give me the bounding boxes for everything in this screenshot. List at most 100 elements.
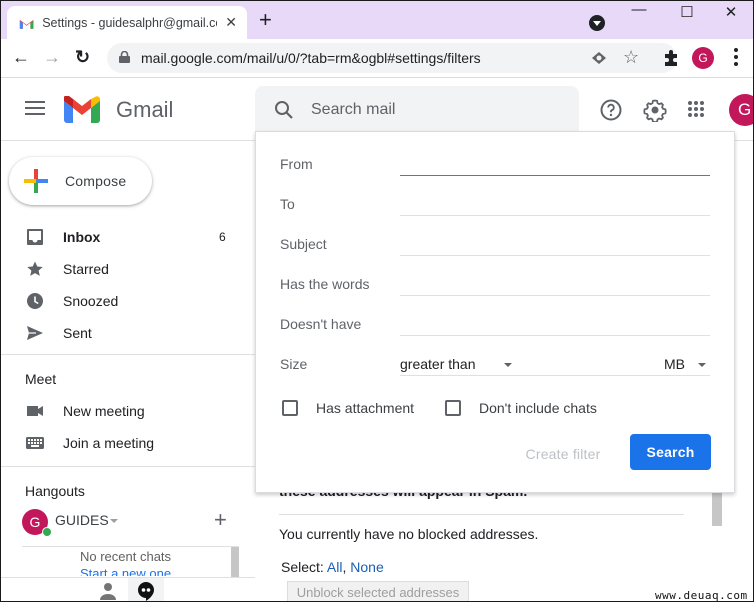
chrome-menu-icon[interactable] [734, 48, 738, 68]
compose-plus-icon [24, 169, 48, 193]
sidebar-divider [1, 466, 255, 467]
chrome-profile-avatar[interactable]: G [692, 47, 714, 69]
clock-icon [27, 293, 43, 309]
doesnt-have-label: Doesn't have [280, 316, 362, 332]
online-status-dot [42, 527, 52, 537]
browser-window: Settings - guidesalphr@gmail.com ✕ + — ☐… [0, 0, 754, 602]
from-row: From [280, 150, 712, 180]
bookmark-star-icon[interactable]: ☆ [623, 47, 639, 68]
unread-count: 6 [219, 230, 226, 244]
status-dropdown-icon[interactable] [110, 519, 118, 523]
google-apps-icon[interactable] [687, 100, 705, 118]
meet-item-label: Join a meeting [63, 435, 155, 451]
size-unit-value: MB [664, 356, 685, 372]
chats-scrollbar[interactable] [231, 547, 239, 577]
size-row: Size greater than MB [280, 350, 712, 380]
contacts-person-icon[interactable] [97, 580, 119, 602]
content-divider [279, 514, 684, 515]
gmail-favicon-icon [19, 19, 34, 29]
address-bar[interactable]: mail.google.com/mail/u/0/?tab=rm&ogbl#se… [107, 43, 677, 73]
new-meeting-item[interactable]: New meeting [1, 395, 255, 427]
has-words-label: Has the words [280, 276, 370, 292]
maximize-button[interactable]: ☐ [667, 3, 707, 21]
sidebar-item-label: Inbox [63, 229, 101, 245]
sidebar-item-sent[interactable]: Sent [1, 317, 255, 349]
tab-search-icon[interactable] [589, 15, 605, 31]
main-menu-icon[interactable] [25, 101, 45, 115]
select-all-link[interactable]: All [327, 559, 343, 575]
select-links: Select: All, None [281, 559, 384, 575]
settings-gear-icon[interactable] [643, 98, 667, 122]
dropdown-arrow-icon [698, 363, 706, 367]
gmail-wordmark[interactable]: Gmail [116, 97, 173, 123]
close-window-button[interactable]: ✕ [711, 3, 751, 21]
google-account-avatar[interactable]: G [729, 94, 753, 126]
hangouts-section-title: Hangouts [25, 483, 85, 499]
tab-close-icon[interactable]: ✕ [225, 14, 237, 31]
meet-items: New meeting Join a meeting [1, 395, 255, 459]
has-attachment-checkbox[interactable]: Has attachment [282, 398, 414, 418]
minimize-button[interactable]: — [619, 1, 659, 18]
new-tab-button[interactable]: + [259, 9, 272, 31]
subject-row: Subject [280, 230, 712, 260]
to-label: To [280, 196, 295, 212]
hangouts-bottom-tabs [1, 577, 255, 602]
hangouts-user[interactable]: G GUIDES + [22, 507, 252, 539]
has-words-input[interactable] [400, 272, 710, 296]
send-icon [27, 326, 43, 340]
extensions-puzzle-icon[interactable] [662, 49, 680, 67]
select-prefix: Select: [281, 559, 327, 575]
reload-button[interactable]: ↻ [75, 47, 90, 67]
create-filter-button[interactable]: Create filter [508, 436, 618, 472]
forward-button[interactable]: → [43, 47, 61, 67]
from-label: From [280, 156, 313, 172]
meet-section-title: Meet [25, 371, 57, 387]
to-row: To [280, 190, 712, 220]
browser-tab-settings[interactable]: Settings - guidesalphr@gmail.com ✕ [7, 6, 247, 39]
lock-icon[interactable] [119, 51, 130, 63]
start-new-chat-link[interactable]: Start a new one [80, 566, 171, 576]
checkbox-box[interactable] [282, 400, 298, 416]
no-recent-chats-text: No recent chats [80, 549, 172, 564]
search-button[interactable]: Search [630, 434, 711, 470]
back-button[interactable]: ← [12, 47, 30, 67]
from-input[interactable] [400, 152, 710, 176]
video-camera-icon [27, 406, 43, 416]
unblock-selected-button[interactable]: Unblock selected addresses [287, 581, 469, 601]
hangouts-quote-icon [138, 582, 154, 601]
hangouts-tab[interactable] [128, 578, 164, 601]
meet-item-label: New meeting [63, 403, 145, 419]
gmail-logo-icon[interactable] [64, 96, 100, 123]
sidebar-item-label: Starred [63, 261, 109, 277]
doesnt-have-input[interactable] [400, 312, 710, 336]
subject-label: Subject [280, 236, 327, 252]
sidebar-item-snoozed[interactable]: Snoozed [1, 285, 255, 317]
new-chat-plus-icon[interactable]: + [214, 507, 227, 533]
recent-chats-list: No recent chats Start a new one [22, 546, 239, 576]
to-input[interactable] [400, 192, 710, 216]
url-text[interactable]: mail.google.com/mail/u/0/?tab=rm&ogbl#se… [141, 50, 481, 66]
dont-include-chats-label[interactable]: Don't include chats [479, 400, 597, 416]
has-attachment-label[interactable]: Has attachment [316, 400, 414, 416]
compose-label: Compose [65, 173, 127, 189]
select-none-link[interactable]: None [350, 559, 383, 575]
checkbox-box[interactable] [445, 400, 461, 416]
search-mail-input[interactable] [311, 98, 561, 122]
tracking-protection-icon[interactable] [591, 51, 607, 65]
compose-button[interactable]: Compose [9, 157, 152, 205]
search-icon[interactable] [273, 99, 295, 121]
help-icon[interactable] [599, 98, 623, 122]
advanced-search-dialog: From To Subject Has the words Doesn't ha… [255, 131, 735, 493]
search-mail-bar[interactable] [255, 86, 579, 134]
dont-include-chats-checkbox[interactable]: Don't include chats [445, 398, 597, 418]
join-meeting-item[interactable]: Join a meeting [1, 427, 255, 459]
sidebar-item-inbox[interactable]: Inbox 6 [1, 221, 255, 253]
hangouts-user-name[interactable]: GUIDES [55, 512, 109, 528]
subject-input[interactable] [400, 232, 710, 256]
inbox-icon [27, 229, 43, 245]
no-blocked-text: You currently have no blocked addresses. [279, 526, 539, 542]
sidebar-divider [1, 354, 255, 355]
sidebar-item-starred[interactable]: Starred [1, 253, 255, 285]
size-unit-select[interactable]: MB [664, 352, 710, 376]
browser-toolbar: ← → ↻ mail.google.com/mail/u/0/?tab=rm&o… [1, 39, 753, 77]
